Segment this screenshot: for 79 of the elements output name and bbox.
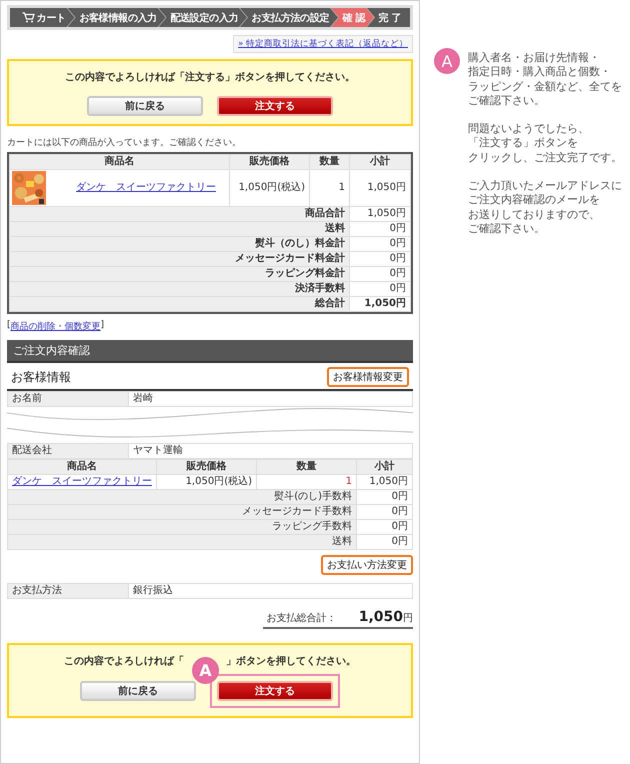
progress-step: 配送設定の入力 bbox=[158, 8, 247, 27]
bracket: [ bbox=[7, 320, 11, 330]
table-cell: 岩崎 bbox=[128, 392, 412, 406]
table-cell: 0円 bbox=[350, 236, 410, 252]
table-cell: ラッピング料金計 bbox=[10, 266, 350, 282]
confirm-message: この内容でよろしければ「注文する」ボタンを押してください。 bbox=[65, 70, 355, 84]
section-header: ご注文内容確認 bbox=[7, 340, 413, 363]
edit-button[interactable]: お支払い方法変更 bbox=[321, 554, 413, 575]
table-cell: メッセージカード料金計 bbox=[10, 252, 350, 266]
confirm-message: 」ボタンを押してください。 bbox=[226, 654, 356, 668]
column-header: 数量 bbox=[310, 154, 350, 170]
table-cell: 0円 bbox=[350, 266, 410, 282]
table-cell: 1 bbox=[310, 170, 350, 206]
table-cell: 0円 bbox=[356, 519, 412, 534]
table-cell: お支払方法 bbox=[8, 583, 128, 598]
table-cell: 銀行振込 bbox=[128, 583, 412, 598]
progress-step: 完 了 bbox=[367, 8, 410, 27]
annotation-line: ご確認下さい。 bbox=[468, 94, 546, 108]
table-cell: 0円 bbox=[350, 282, 410, 296]
table-cell: 送料 bbox=[10, 222, 350, 236]
marker-badge: A bbox=[434, 48, 460, 74]
table-cell: 1,050円 bbox=[350, 296, 410, 312]
table-cell: 熨斗(のし)手数料 bbox=[8, 489, 356, 504]
annotation-line: 指定日時・購入商品と個数・ bbox=[468, 65, 612, 80]
annotation-line: 「注文する」ボタンを bbox=[468, 136, 579, 151]
table-cell: 0円 bbox=[356, 534, 412, 550]
column-header: 販売価格 bbox=[230, 154, 310, 170]
order-button[interactable]: 注文する bbox=[217, 680, 333, 701]
marker-badge: A bbox=[192, 656, 219, 684]
column-header: 小計 bbox=[356, 459, 412, 474]
total-label: お支払総合計： bbox=[266, 612, 337, 625]
table-cell: 0円 bbox=[350, 252, 410, 266]
annotation-line: 購入者名・お届け先情報・ bbox=[468, 51, 601, 66]
table-cell: 決済手数料 bbox=[10, 282, 350, 296]
progress-step: お客様情報の入力 bbox=[68, 8, 166, 27]
annotation-line: クリックし、ご注文完了です。 bbox=[468, 150, 622, 166]
table-cell: 送料 bbox=[8, 534, 356, 550]
annotation-line: ご入力頂いたメールアドレスに bbox=[468, 179, 622, 194]
order-button[interactable]: 注文する bbox=[217, 96, 333, 116]
table-cell: 0円 bbox=[356, 489, 412, 504]
annotation-line: 問題ないようでしたら、 bbox=[468, 122, 590, 136]
total-amount: 1,050 bbox=[358, 608, 403, 625]
table-cell: 0円 bbox=[350, 222, 410, 236]
section-heading: お客様情報 bbox=[11, 368, 71, 386]
progress-step: お支払方法の設定 bbox=[240, 8, 338, 27]
table-cell: 総合計 bbox=[10, 296, 350, 312]
bracket: ] bbox=[100, 320, 104, 332]
edit-button[interactable]: お客様情報変更 bbox=[327, 367, 409, 387]
column-header: 販売価格 bbox=[156, 459, 256, 474]
column-header: 数量 bbox=[256, 459, 356, 474]
back-button[interactable]: 前に戻る bbox=[87, 96, 203, 116]
table-cell: 熨斗（のし）料金計 bbox=[10, 236, 350, 252]
table-cell: 配送会社 bbox=[8, 443, 128, 458]
table-cell: メッセージカード手数料 bbox=[8, 504, 356, 520]
cart-note: カートには以下の商品が入っています。ご確認ください。 bbox=[7, 136, 242, 149]
table-cell: ヤマト運輸 bbox=[128, 443, 412, 458]
currency-unit: 円 bbox=[403, 612, 413, 624]
table-cell: 1,050円 bbox=[356, 474, 412, 490]
legal-link[interactable]: » 特定商取引法に基づく表記（返品など） bbox=[233, 35, 413, 53]
table-cell: 1,050円 bbox=[350, 170, 410, 206]
table-cell: 商品合計 bbox=[10, 206, 350, 222]
table-cell: 0円 bbox=[356, 504, 412, 520]
column-header: 商品名 bbox=[10, 154, 230, 170]
table-cell: ラッピング手数料 bbox=[8, 519, 356, 534]
annotation-line: お送りしておりますので、 bbox=[468, 208, 601, 222]
annotation-line: ご注文内容確認のメールを bbox=[468, 193, 601, 208]
table-cell: 1,050円 bbox=[350, 206, 410, 222]
back-button[interactable]: 前に戻る bbox=[80, 680, 196, 701]
column-header: 小計 bbox=[350, 154, 410, 170]
annotation-line: ご確認下さい。 bbox=[468, 222, 546, 236]
column-header: 商品名 bbox=[8, 459, 156, 474]
table-cell: 1 bbox=[256, 474, 356, 490]
annotation-line: ラッピング・金額など、全てを bbox=[468, 80, 622, 94]
cart-icon bbox=[22, 12, 35, 23]
table-cell: 1,050円(税込) bbox=[156, 474, 256, 490]
confirm-message: この内容でよろしければ「 bbox=[64, 654, 184, 668]
table-cell: お名前 bbox=[8, 392, 128, 406]
edit-items-link[interactable]: 商品の削除・個数変更 bbox=[10, 320, 101, 333]
table-cell: 1,050円(税込) bbox=[230, 170, 310, 206]
